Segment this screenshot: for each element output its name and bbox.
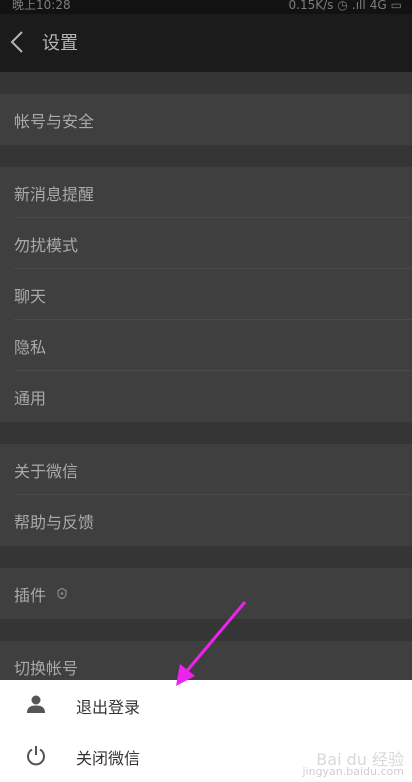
section-gap	[0, 546, 412, 568]
settings-item-chat[interactable]: 聊天	[0, 269, 412, 320]
watermark: Bai du 经验 jingyan.baidu.com	[302, 752, 404, 778]
section-gap	[0, 619, 412, 641]
status-bar: 晚上10:28 0.15K/s ◷ .ıll 4G ▭	[0, 0, 412, 14]
status-time: 晚上10:28	[12, 0, 71, 12]
settings-item-new-message-alert[interactable]: 新消息提醒	[0, 167, 412, 218]
signal-icon: .ıll	[351, 0, 366, 12]
settings-item-account-security[interactable]: 帐号与安全	[0, 94, 412, 145]
chevron-left-icon	[10, 31, 23, 53]
settings-item-general[interactable]: 通用	[0, 371, 412, 422]
settings-item-privacy[interactable]: 隐私	[0, 320, 412, 371]
title-bar: 设置	[0, 14, 412, 72]
shield-icon	[56, 584, 68, 603]
settings-item-label: 聊天	[14, 286, 47, 306]
settings-item-about[interactable]: 关于微信	[0, 444, 412, 495]
logout-label: 退出登录	[76, 697, 141, 717]
alarm-icon: ◷	[337, 0, 348, 12]
section-gap	[0, 422, 412, 444]
network-speed: 0.15K/s	[288, 0, 334, 12]
settings-item-do-not-disturb[interactable]: 勿扰模式	[0, 218, 412, 269]
settings-item-plugins[interactable]: 插件	[0, 568, 412, 619]
section-gap	[0, 72, 412, 94]
settings-item-label: 隐私	[14, 337, 47, 357]
settings-item-label: 切换帐号	[14, 658, 79, 678]
settings-item-label: 新消息提醒	[14, 184, 95, 204]
page-title: 设置	[42, 33, 78, 54]
settings-item-label: 插件	[14, 585, 47, 605]
close-wechat-label: 关闭微信	[76, 748, 141, 768]
settings-item-label: 帐号与安全	[14, 111, 95, 131]
settings-item-label: 帮助与反馈	[14, 512, 95, 532]
user-icon	[25, 693, 47, 719]
settings-item-label: 关于微信	[14, 461, 79, 481]
back-button[interactable]	[10, 30, 32, 56]
power-icon	[25, 744, 47, 770]
section-gap	[0, 145, 412, 167]
settings-item-help-feedback[interactable]: 帮助与反馈	[0, 495, 412, 546]
network-type: 4G	[369, 0, 387, 12]
settings-item-label: 通用	[14, 388, 47, 408]
logout-button[interactable]: 退出登录	[0, 680, 412, 731]
battery-icon: ▭	[390, 0, 402, 12]
watermark-url: jingyan.baidu.com	[302, 765, 404, 778]
settings-item-label: 勿扰模式	[14, 235, 79, 255]
